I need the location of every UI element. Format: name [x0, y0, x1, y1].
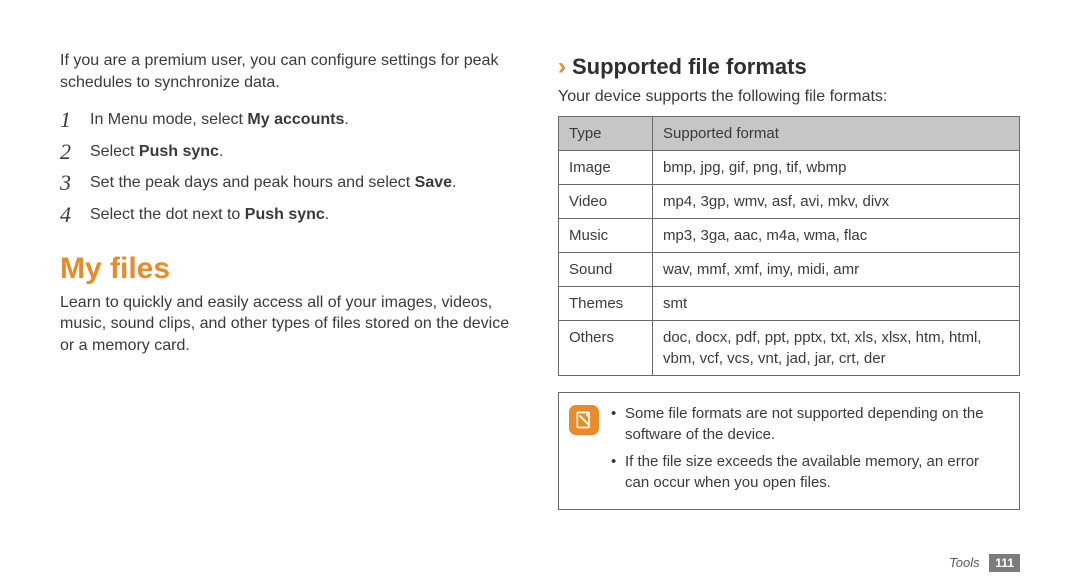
cell-format: doc, docx, pdf, ppt, pptx, txt, xls, xls… [653, 320, 1020, 375]
cell-format: mp4, 3gp, wmv, asf, avi, mkv, divx [653, 184, 1020, 218]
step-4: 4 Select the dot next to Push sync. [60, 204, 522, 226]
step-bold: Push sync [245, 206, 325, 223]
table-row: Image bmp, jpg, gif, png, tif, wbmp [559, 150, 1020, 184]
my-files-desc: Learn to quickly and easily access all o… [60, 292, 522, 357]
note-item: Some file formats are not supported depe… [611, 403, 1007, 445]
cell-format: smt [653, 286, 1020, 320]
step-text-pre: Select [90, 143, 139, 160]
supported-formats-heading: Supported file formats [572, 54, 807, 80]
cell-type: Themes [559, 286, 653, 320]
formats-table: Type Supported format Image bmp, jpg, gi… [558, 116, 1020, 376]
table-row: Sound wav, mmf, xmf, imy, midi, amr [559, 252, 1020, 286]
note-list: Some file formats are not supported depe… [611, 403, 1007, 499]
step-text-post: . [344, 111, 348, 128]
push-sync-steps: 1 In Menu mode, select My accounts. 2 Se… [60, 109, 522, 225]
table-row: Others doc, docx, pdf, ppt, pptx, txt, x… [559, 320, 1020, 375]
step-text-post: . [219, 143, 223, 160]
step-bold: Save [415, 174, 452, 191]
cell-type: Music [559, 218, 653, 252]
premium-intro: If you are a premium user, you can confi… [60, 50, 522, 93]
table-head-type: Type [559, 116, 653, 150]
table-head-format: Supported format [653, 116, 1020, 150]
step-bold: My accounts [247, 111, 344, 128]
step-number: 4 [60, 200, 71, 230]
cell-type: Sound [559, 252, 653, 286]
cell-type: Image [559, 150, 653, 184]
cell-format: mp3, 3ga, aac, m4a, wma, flac [653, 218, 1020, 252]
cell-type: Video [559, 184, 653, 218]
step-text-post: . [452, 174, 456, 191]
note-item: If the file size exceeds the available m… [611, 451, 1007, 493]
step-number: 1 [60, 105, 71, 135]
supported-formats-intro: Your device supports the following file … [558, 86, 1020, 108]
step-bold: Push sync [139, 143, 219, 160]
cell-type: Others [559, 320, 653, 375]
step-1: 1 In Menu mode, select My accounts. [60, 109, 522, 131]
cell-format: bmp, jpg, gif, png, tif, wbmp [653, 150, 1020, 184]
step-text-pre: In Menu mode, select [90, 111, 247, 128]
step-text-pre: Select the dot next to [90, 206, 245, 223]
table-row: Themes smt [559, 286, 1020, 320]
page-footer: Tools 111 [949, 554, 1020, 572]
chevron-right-icon: › [558, 56, 566, 78]
step-2: 2 Select Push sync. [60, 141, 522, 163]
table-row: Video mp4, 3gp, wmv, asf, avi, mkv, divx [559, 184, 1020, 218]
step-text-pre: Set the peak days and peak hours and sel… [90, 174, 415, 191]
step-number: 3 [60, 168, 71, 198]
step-3: 3 Set the peak days and peak hours and s… [60, 172, 522, 194]
footer-page-number: 111 [989, 554, 1020, 572]
step-text-post: . [325, 206, 329, 223]
note-box: Some file formats are not supported depe… [558, 392, 1020, 510]
table-row: Music mp3, 3ga, aac, m4a, wma, flac [559, 218, 1020, 252]
footer-section: Tools [949, 555, 980, 570]
my-files-heading: My files [60, 252, 522, 286]
step-number: 2 [60, 137, 71, 167]
cell-format: wav, mmf, xmf, imy, midi, amr [653, 252, 1020, 286]
note-icon [569, 405, 599, 435]
